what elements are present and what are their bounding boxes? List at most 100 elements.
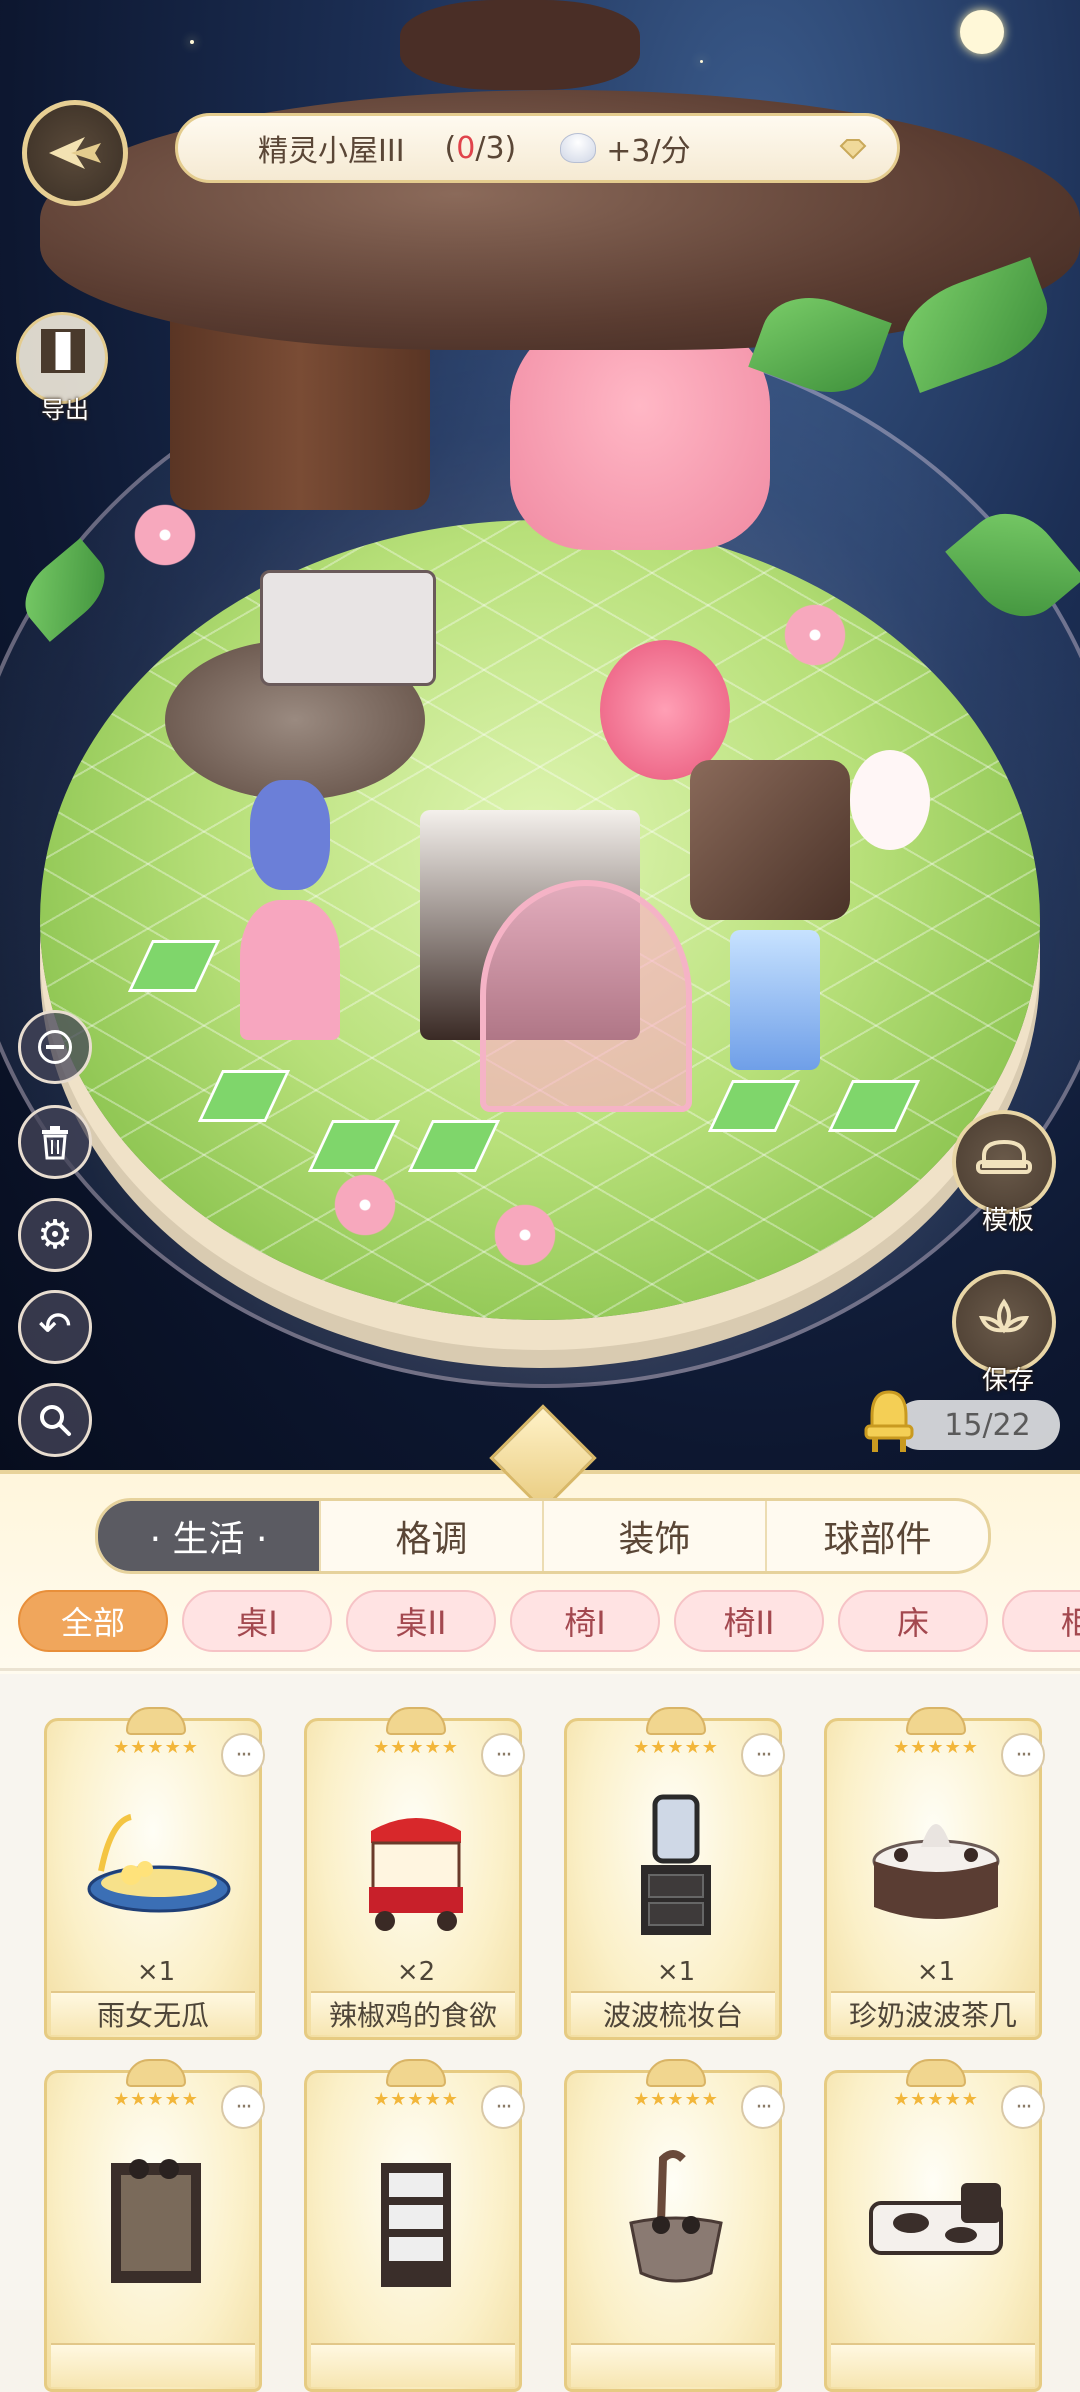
chip-cabinet[interactable]: 柜 — [1002, 1590, 1080, 1652]
shell-icon — [560, 133, 597, 163]
more-options-button[interactable]: ··· — [221, 1733, 265, 1777]
sub-category-tabs: 全部 桌I 桌II 椅I 椅II 床 柜 — [18, 1590, 1080, 1656]
item-card[interactable]: ★★★★★ ··· — [44, 2059, 265, 2392]
roof-top — [400, 0, 640, 90]
card-crown — [386, 1707, 446, 1735]
item-quantity: ×1 — [136, 1957, 176, 1987]
item-card[interactable]: ★★★★★ ··· ×1 波波梳妆台 — [564, 1707, 785, 2040]
throne-icon — [864, 1390, 914, 1452]
item-quantity: ×1 — [656, 1957, 696, 1987]
card-crown — [646, 2059, 706, 2087]
pink-swing — [480, 880, 692, 1112]
milk-tea-cup-image — [629, 2150, 723, 2283]
tab-style[interactable]: 格调 — [319, 1501, 542, 1571]
trash-icon — [42, 1126, 68, 1160]
melon-bath-image — [87, 1814, 231, 1913]
star — [700, 60, 703, 63]
back-button[interactable] — [22, 100, 128, 206]
card-crown — [386, 2059, 446, 2087]
item-name — [311, 2343, 515, 2387]
item-card[interactable]: ★★★★★ ··· ×1 珍奶波波茶几 — [824, 1707, 1045, 2040]
chip-table-2[interactable]: 桌II — [346, 1590, 496, 1652]
room-count: (0/3) — [444, 130, 517, 166]
minus-button[interactable] — [18, 1010, 92, 1084]
item-card[interactable]: ★★★★★ ··· — [304, 2059, 525, 2392]
chip-bed[interactable]: 床 — [838, 1590, 988, 1652]
settings-button[interactable]: ⚙ — [18, 1198, 92, 1272]
income-rate: +3/分 — [606, 134, 691, 169]
item-name: 波波梳妆台 — [571, 1991, 775, 2035]
tab-life[interactable]: · 生活 · — [98, 1501, 319, 1571]
food-cart-image — [369, 1818, 463, 1931]
more-options-button[interactable]: ··· — [741, 2085, 785, 2129]
card-crown — [906, 1707, 966, 1735]
flower — [330, 1170, 400, 1240]
shelf-image — [381, 2163, 451, 2287]
save-label: 保存 — [981, 1366, 1034, 1396]
brown-armchair — [690, 760, 850, 920]
white-lamp — [850, 750, 930, 850]
chip-table-1[interactable]: 桌I — [182, 1590, 332, 1652]
more-options-button[interactable]: ··· — [221, 2085, 265, 2129]
room-scene[interactable] — [0, 0, 1080, 1470]
export-label: 导出 — [41, 396, 89, 424]
item-name: 辣椒鸡的食欲 — [311, 1991, 515, 2035]
export-button[interactable]: 导出 — [16, 312, 108, 424]
more-options-button[interactable]: ··· — [1001, 1733, 1045, 1777]
undo-button[interactable]: ↶ — [18, 1290, 92, 1364]
tab-decor[interactable]: 装饰 — [542, 1501, 765, 1571]
template-label: 模板 — [981, 1206, 1034, 1236]
armchair-icon — [976, 1139, 1032, 1174]
item-card[interactable]: ★★★★★ ··· — [824, 2059, 1045, 2392]
diamond-icon[interactable] — [839, 138, 867, 160]
pink-chair — [600, 640, 730, 780]
character — [250, 780, 330, 890]
template-button[interactable]: 模板 — [952, 1110, 1056, 1236]
search-icon — [40, 1405, 71, 1436]
save-button[interactable]: 保存 — [952, 1270, 1056, 1396]
gear-icon: ⚙ — [37, 1212, 73, 1258]
star — [190, 40, 194, 44]
card-crown — [126, 2059, 186, 2087]
counter — [260, 570, 436, 686]
main-category-tabs: · 生活 · 格调 装饰 球部件 — [95, 1498, 991, 1574]
glow-star — [960, 10, 1004, 54]
chip-chair-2[interactable]: 椅II — [674, 1590, 824, 1652]
capacity-counter: 15/22 — [895, 1400, 1060, 1450]
card-crown — [126, 1707, 186, 1735]
tea-table-image — [872, 1824, 1000, 1919]
cow-bed-image — [869, 2183, 1003, 2255]
flower — [490, 1200, 560, 1270]
room-name: 精灵小屋III — [258, 134, 405, 169]
undo-icon: ↶ — [38, 1304, 72, 1350]
more-options-button[interactable]: ··· — [741, 1733, 785, 1777]
divider — [0, 1668, 1080, 1671]
card-crown — [646, 1707, 706, 1735]
zoom-button[interactable] — [18, 1383, 92, 1457]
cake-stand — [240, 900, 340, 1040]
chip-all[interactable]: 全部 — [18, 1590, 168, 1652]
more-options-button[interactable]: ··· — [481, 1733, 525, 1777]
lotus-icon — [978, 1298, 1030, 1334]
item-card[interactable]: ★★★★★ ··· ×1 雨女无瓜 — [44, 1707, 265, 2040]
tab-sphere-parts[interactable]: 球部件 — [765, 1501, 988, 1571]
card-crown — [906, 2059, 966, 2087]
chip-chair-1[interactable]: 椅I — [510, 1590, 660, 1652]
back-arrow-icon — [49, 137, 101, 169]
item-name: 珍奶波波茶几 — [831, 1991, 1035, 2035]
qr-code-icon — [41, 329, 85, 373]
more-options-button[interactable]: ··· — [481, 2085, 525, 2129]
item-quantity: ×2 — [396, 1957, 436, 1987]
more-options-button[interactable]: ··· — [1001, 2085, 1045, 2129]
item-card[interactable]: ★★★★★ ··· — [564, 2059, 785, 2392]
delete-button[interactable] — [18, 1105, 92, 1179]
wardrobe-image — [111, 2159, 201, 2283]
item-name — [831, 2343, 1035, 2387]
dresser-image — [641, 1794, 711, 1935]
item-name: 雨女无瓜 — [51, 1991, 255, 2035]
item-quantity: ×1 — [916, 1957, 956, 1987]
item-name — [51, 2343, 255, 2387]
item-card[interactable]: ★★★★★ ··· ×2 辣椒鸡的食欲 — [304, 1707, 525, 2040]
flower — [130, 500, 200, 570]
flower — [780, 600, 850, 670]
